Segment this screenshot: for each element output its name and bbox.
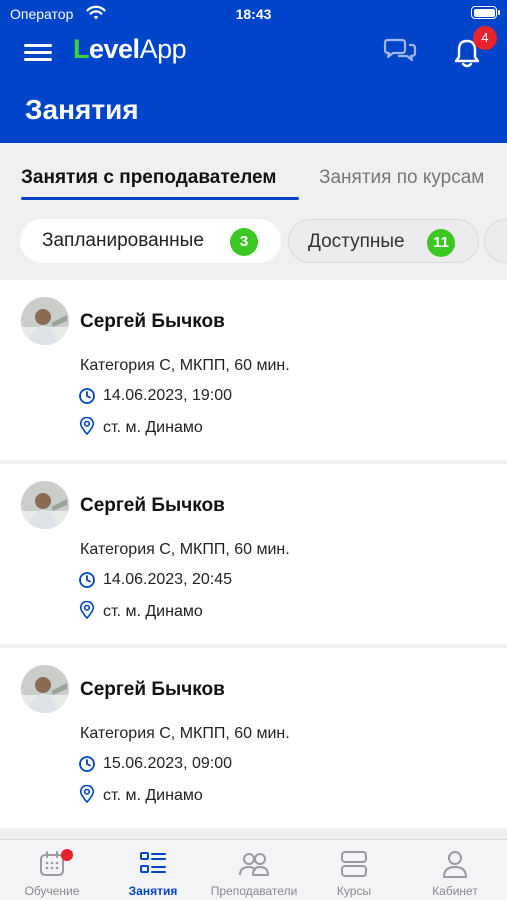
person-icon: [443, 851, 467, 878]
lesson-card[interactable]: Сергей Бычков Категория С, МКПП, 60 мин.…: [0, 280, 507, 460]
lesson-place: ст. м. Динамо: [103, 787, 203, 804]
filter-available[interactable]: Доступные 11: [288, 219, 479, 263]
avatar: [21, 665, 69, 713]
nav-learning[interactable]: Обучение: [11, 840, 93, 900]
lesson-card[interactable]: Сергей Бычков Категория С, МКПП, 60 мин.…: [0, 648, 507, 828]
clock-icon: [79, 388, 95, 404]
active-tab-indicator: [21, 197, 299, 200]
clock-icon: [79, 756, 95, 772]
tab-with-teacher[interactable]: Занятия с преподавателем: [21, 167, 276, 189]
chat-icon[interactable]: [381, 37, 419, 69]
location-pin-icon: [79, 601, 95, 619]
lesson-category: Категория С, МКПП, 60 мин.: [80, 725, 290, 742]
filter-scheduled[interactable]: Запланированные 3: [20, 219, 281, 263]
nav-label: Преподаватели: [210, 884, 298, 898]
lesson-card[interactable]: Сергей Бычков Категория С, МКПП, 60 мин.…: [0, 464, 507, 644]
filter-more[interactable]: [484, 219, 507, 263]
page-title: Занятия: [25, 94, 139, 125]
list-icon: [140, 852, 166, 873]
teacher-name: Сергей Бычков: [80, 495, 225, 516]
notification-dot: [61, 849, 73, 861]
tab-by-courses[interactable]: Занятия по курсам: [319, 167, 484, 189]
filter-label: Запланированные: [42, 230, 204, 251]
filter-count-badge: 3: [230, 228, 258, 256]
app-logo: LevelApp: [73, 34, 187, 64]
nav-label: Занятия: [128, 884, 178, 898]
battery-icon: [471, 6, 500, 19]
app-header: LevelApp 4 Занятия: [0, 26, 507, 143]
nav-lessons[interactable]: Занятия: [112, 840, 194, 900]
people-icon: [239, 853, 269, 876]
notifications-badge: 4: [473, 26, 497, 50]
nav-courses[interactable]: Курсы: [313, 840, 395, 900]
location-pin-icon: [79, 785, 95, 803]
lesson-place: ст. м. Динамо: [103, 603, 203, 620]
status-bar: Оператор 18:43: [0, 0, 507, 28]
nav-label: Обучение: [24, 884, 80, 898]
filter-label: Доступные: [308, 231, 405, 252]
stack-icon: [341, 851, 367, 877]
lesson-category: Категория С, МКПП, 60 мин.: [80, 541, 290, 558]
avatar: [21, 297, 69, 345]
lesson-datetime: 15.06.2023, 09:00: [103, 755, 233, 772]
teacher-name: Сергей Бычков: [80, 311, 225, 332]
status-time: 18:43: [235, 6, 272, 22]
lesson-place: ст. м. Динамо: [103, 419, 203, 436]
lesson-datetime: 14.06.2023, 19:00: [103, 387, 233, 404]
bottom-navigation: Обучение Занятия Преподаватели Курсы Каб…: [0, 839, 507, 900]
clock-icon: [79, 572, 95, 588]
menu-button[interactable]: [24, 42, 52, 62]
lesson-category: Категория С, МКПП, 60 мин.: [80, 357, 290, 374]
nav-label: Курсы: [336, 884, 372, 898]
lesson-datetime: 14.06.2023, 20:45: [103, 571, 233, 588]
nav-label: Кабинет: [432, 884, 478, 898]
location-pin-icon: [79, 417, 95, 435]
nav-teachers[interactable]: Преподаватели: [205, 840, 303, 900]
filter-chips: Запланированные 3 Доступные 11: [0, 205, 507, 275]
nav-cabinet[interactable]: Кабинет: [414, 840, 496, 900]
filter-count-badge: 11: [427, 229, 455, 257]
lesson-tabs: Занятия с преподавателем Занятия по курс…: [0, 143, 507, 205]
avatar: [21, 481, 69, 529]
teacher-name: Сергей Бычков: [80, 679, 225, 700]
